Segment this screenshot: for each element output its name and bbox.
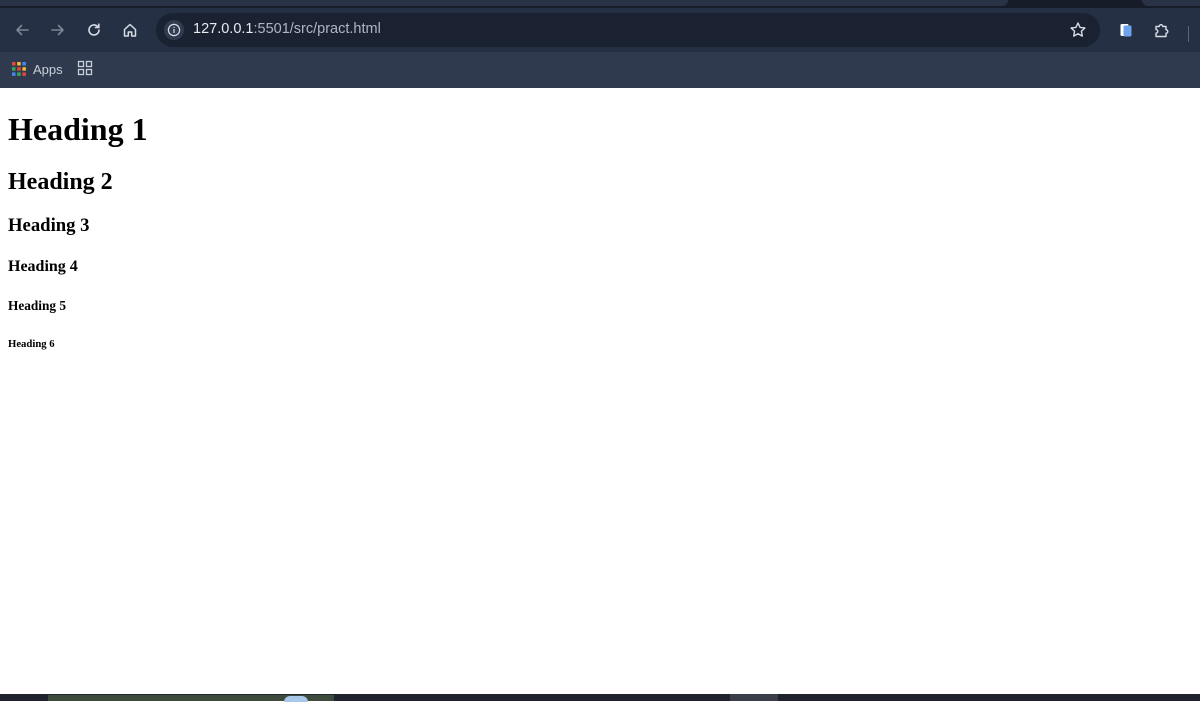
taskbar-icon[interactable] [284, 696, 308, 702]
browser-chrome: 127.0.0.1:5501/src/pract.html Apps [0, 0, 1200, 88]
taskbar [0, 694, 1200, 702]
taskbar-active-item[interactable] [730, 694, 778, 701]
forward-button[interactable] [44, 16, 72, 44]
tab-strip [0, 0, 1200, 8]
apps-label: Apps [33, 61, 63, 77]
heading-3: Heading 3 [8, 215, 90, 236]
url-text[interactable]: 127.0.0.1:5501/src/pract.html [193, 21, 381, 37]
home-icon [123, 23, 137, 37]
toolbar-divider [1188, 26, 1189, 42]
heading-1: Heading 1 [8, 111, 148, 147]
url-path: :5501/src/pract.html [253, 21, 381, 37]
heading-4: Heading 4 [8, 258, 78, 275]
heading-6: Heading 6 [8, 338, 55, 350]
arrow-left-icon [16, 24, 29, 36]
arrow-right-icon [51, 24, 64, 36]
puzzle-icon [1155, 24, 1169, 38]
url-host: 127.0.0.1 [193, 21, 254, 37]
web-page-content: Heading 1 Heading 2 Heading 3 Heading 4 … [0, 88, 1200, 694]
active-tab[interactable] [0, 0, 1008, 6]
back-button[interactable] [8, 16, 36, 44]
extensions-menu-button[interactable] [1148, 16, 1176, 44]
apps-bookmark[interactable]: Apps [12, 59, 63, 79]
heading-2: Heading 2 [8, 169, 113, 195]
star-icon [1070, 22, 1086, 37]
bookmark-star-button[interactable] [1068, 20, 1088, 40]
extension-button[interactable] [1112, 16, 1140, 44]
bookmarks-bar: Apps [0, 52, 1200, 88]
address-bar[interactable]: 127.0.0.1:5501/src/pract.html [156, 13, 1100, 47]
heading-5: Heading 5 [8, 298, 66, 313]
tab-groups-button[interactable] [77, 60, 93, 76]
home-button[interactable] [116, 16, 144, 44]
info-icon [167, 23, 181, 37]
tab-groups-icon [77, 60, 93, 76]
apps-grid-icon [12, 62, 26, 76]
reload-icon [88, 23, 100, 36]
reload-button[interactable] [80, 16, 108, 44]
new-tab-area[interactable] [1142, 0, 1200, 6]
site-info-button[interactable] [164, 20, 184, 40]
clipboard-icon [1120, 24, 1132, 37]
toolbar: 127.0.0.1:5501/src/pract.html [0, 8, 1200, 52]
